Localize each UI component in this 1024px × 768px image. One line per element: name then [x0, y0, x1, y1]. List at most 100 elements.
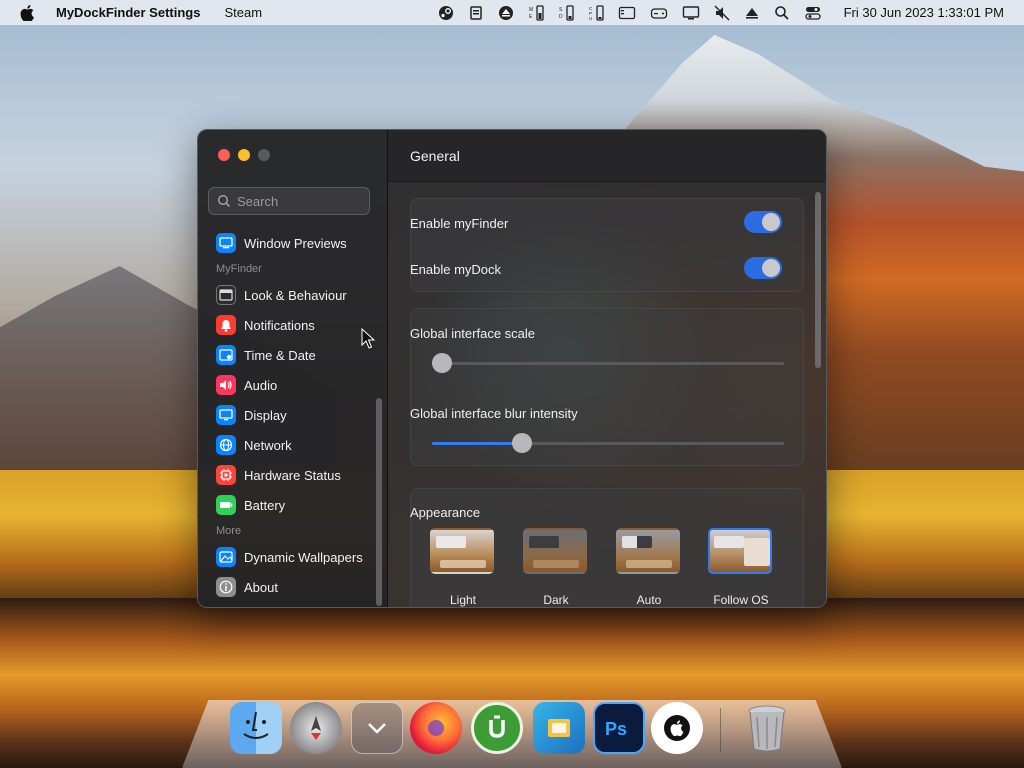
enable-finder-label: Enable myFinder: [410, 215, 509, 231]
menu-clock[interactable]: Fri 30 Jun 2023 1:33:01 PM: [844, 5, 1004, 20]
gamepad-tray-icon[interactable]: [650, 5, 668, 21]
search-input[interactable]: [237, 193, 357, 209]
appearance-option-follow-os[interactable]: Follow OS: [708, 528, 774, 607]
downloads-icon[interactable]: [351, 702, 403, 754]
svg-text:M: M: [529, 7, 533, 13]
sidebar-item-label: Window Previews: [244, 235, 347, 251]
sidebar-item-look-behaviour[interactable]: Look & Behaviour: [198, 280, 376, 310]
info-icon: [216, 577, 236, 597]
enable-finder-toggle[interactable]: [744, 211, 782, 233]
wallpaper-icon: [216, 547, 236, 567]
finder-icon[interactable]: [230, 702, 282, 754]
blur-slider-fill: [432, 442, 522, 445]
main-scrollbar[interactable]: [815, 192, 821, 368]
sidebar-item-label: Network: [244, 437, 292, 453]
sidebar-item-battery[interactable]: Battery: [198, 490, 376, 520]
sidebar-scrollbar[interactable]: [376, 398, 382, 606]
svg-text:E: E: [529, 14, 533, 20]
sidebar-item-hardware-status[interactable]: Hardware Status: [198, 460, 376, 490]
battery-icon: [216, 495, 236, 515]
sidebar-item-label: Notifications: [244, 317, 315, 333]
dock-separator: [720, 708, 721, 752]
appearance-label-dark: Dark: [543, 593, 569, 607]
sidebar-item-time-date[interactable]: Time & Date: [198, 340, 376, 370]
enable-dock-toggle[interactable]: [744, 257, 782, 279]
status-area: ME SD CPU Fri 30 Jun 2023 1:33:01 PM: [438, 4, 1014, 22]
trash-icon[interactable]: [741, 702, 793, 754]
mouse-cursor-icon: [361, 328, 375, 349]
appearance-option-light[interactable]: Light: [430, 528, 496, 607]
memory-tray-icon[interactable]: ME: [528, 4, 544, 22]
eject-tray-icon[interactable]: [498, 5, 514, 21]
firefox-icon[interactable]: [410, 702, 462, 754]
blur-slider-knob[interactable]: [511, 433, 532, 453]
clipboard-tray-icon[interactable]: [468, 5, 484, 21]
appearance-option-auto[interactable]: Auto: [616, 528, 682, 607]
scale-slider[interactable]: [432, 353, 784, 373]
utorrent-icon[interactable]: [471, 702, 523, 754]
sidebar-item-network[interactable]: Network: [198, 430, 376, 460]
svg-text:Ps: Ps: [605, 719, 627, 739]
page-title: General: [388, 130, 826, 182]
sidebar-item-about[interactable]: About: [198, 572, 376, 602]
app-name-menu[interactable]: MyDockFinder Settings: [56, 5, 200, 20]
close-button[interactable]: [218, 149, 230, 161]
speaker-icon: [216, 375, 236, 395]
ssd-tray-icon[interactable]: SD: [558, 4, 574, 22]
apple-menu-icon[interactable]: [20, 4, 34, 21]
cpu-tray-icon[interactable]: CPU: [588, 4, 604, 22]
sidebar: Window Previews MyFinder Look & Behaviou…: [198, 130, 388, 607]
sidebar-item-label: Audio: [244, 377, 278, 393]
window-controls: [218, 149, 270, 161]
sidebar-item-label: Display: [244, 407, 287, 423]
sidebar-item-label: Dynamic Wallpapers: [244, 549, 363, 565]
settings-window: Window Previews MyFinder Look & Behaviou…: [197, 129, 827, 608]
sidebar-nav: Window Previews MyFinder Look & Behaviou…: [198, 228, 376, 602]
appearance-option-dark[interactable]: Dark: [523, 528, 589, 607]
search-tray-icon[interactable]: [774, 5, 790, 21]
sidebar-group-myfinder: MyFinder: [216, 263, 262, 275]
enable-dock-label: Enable myDock: [410, 261, 502, 277]
bell-icon: [216, 315, 236, 335]
steam-tray-icon[interactable]: [438, 5, 454, 21]
appearance-label-auto: Auto: [636, 593, 662, 607]
window-icon: [216, 285, 236, 305]
search-icon: [217, 194, 231, 208]
sidebar-item-label: Battery: [244, 497, 286, 513]
display-tray-icon[interactable]: [682, 5, 700, 21]
steam-menu[interactable]: Steam: [224, 5, 262, 20]
svg-text:U: U: [589, 16, 592, 21]
apple-icon[interactable]: [651, 702, 703, 754]
appearance-thumb-light: [430, 528, 494, 574]
file-manager-icon[interactable]: [533, 702, 585, 754]
main-pane: General Enable myFinder Enable myDock Gl…: [388, 130, 826, 607]
sidebar-item-display[interactable]: Display: [198, 400, 376, 430]
sidebar-item-label: Look & Behaviour: [244, 287, 347, 303]
sidebar-item-label: Time & Date: [244, 347, 316, 363]
launchpad-icon[interactable]: [290, 702, 342, 754]
sidebar-item-window-previews[interactable]: Window Previews: [198, 228, 376, 258]
minimize-button[interactable]: [238, 149, 250, 161]
sidebar-item-audio[interactable]: Audio: [198, 370, 376, 400]
zoom-button[interactable]: [258, 149, 270, 161]
scale-label: Global interface scale: [410, 325, 536, 341]
blur-row: Global interface blur intensity: [410, 403, 804, 423]
blur-label: Global interface blur intensity: [410, 405, 578, 421]
blur-slider[interactable]: [432, 433, 784, 453]
scale-slider-knob[interactable]: [432, 353, 452, 373]
mute-tray-icon[interactable]: [714, 5, 730, 21]
control-center-icon[interactable]: [804, 5, 822, 21]
search-box[interactable]: [208, 187, 370, 215]
svg-text:D: D: [559, 14, 563, 20]
monitor-icon: [216, 405, 236, 425]
sidebar-item-label: Hardware Status: [244, 467, 341, 483]
appearance-label-follow-os: Follow OS: [713, 593, 769, 607]
wifi-tray-icon[interactable]: [744, 5, 760, 21]
sidebar-item-notifications[interactable]: Notifications: [198, 310, 376, 340]
sidebar-item-label: About: [244, 579, 278, 595]
sidebar-tray-icon[interactable]: [618, 5, 636, 21]
photoshop-icon[interactable]: Ps: [593, 702, 645, 754]
menu-bar: MyDockFinder Settings Steam ME SD CPU Fr…: [0, 0, 1024, 25]
window-previews-icon: [216, 233, 236, 253]
sidebar-item-dynamic-wallpapers[interactable]: Dynamic Wallpapers: [198, 542, 376, 572]
